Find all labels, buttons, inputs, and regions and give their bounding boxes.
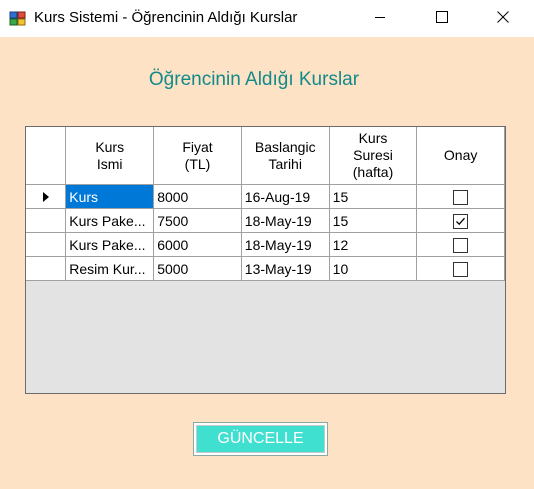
column-header-line: Kurs [358,130,388,146]
row-header[interactable] [26,184,67,209]
column-header-onay[interactable]: Onay [416,127,505,185]
app-window: Kurs Sistemi - Öğrencinin Aldığı Kurslar… [0,0,534,489]
onay-checkbox[interactable] [453,261,469,277]
window-title: Kurs Sistemi - Öğrencinin Aldığı Kurslar [34,9,298,26]
onay-checkbox[interactable] [453,237,469,253]
row-header[interactable] [26,232,67,257]
cell-onay[interactable] [416,256,505,281]
table-row[interactable]: Resim Kur... 5000 13-May-19 10 [26,256,505,281]
close-icon [497,10,509,28]
cell-fiyat[interactable]: 6000 [153,232,242,257]
column-header-kurs-suresi[interactable]: Kurs Suresi (hafta) [328,127,418,185]
cell-kurs-ismi[interactable]: Resim Kur... [65,256,155,281]
cell-fiyat[interactable]: 5000 [153,256,242,281]
cell-kurs-suresi[interactable]: 15 [328,208,418,233]
cell-onay[interactable] [416,208,505,233]
row-header[interactable] [26,256,67,281]
column-header-kurs-ismi[interactable]: Kurs Ismi [65,127,155,185]
column-header-line: Ismi [96,155,123,172]
column-header-line: Baslangic [254,138,316,155]
column-header-fiyat[interactable]: Fiyat (TL) [153,127,242,185]
title-bar[interactable]: Kurs Sistemi - Öğrencinin Aldığı Kurslar [0,0,534,37]
maximize-icon [436,10,448,28]
cell-fiyat[interactable]: 7500 [153,208,242,233]
column-header-line: (TL) [184,155,211,172]
form-client-area: Öğrencinin Aldığı Kurslar Kurs Ismi Fiya… [0,37,534,489]
close-button[interactable] [480,0,526,37]
column-header-line: Suresi [353,147,393,163]
column-header-baslangic-tarihi[interactable]: Baslangic Tarihi [240,127,330,185]
column-header-line: Kurs [95,138,125,155]
cell-baslangic-tarihi[interactable]: 16-Aug-19 [240,184,330,209]
cell-kurs-suresi[interactable]: 12 [328,232,418,257]
header-row: Kurs Ismi Fiyat (TL) Baslangic Tarihi Ku… [26,127,505,185]
cell-baslangic-tarihi[interactable]: 13-May-19 [240,256,330,281]
column-header-line: Tarihi [268,155,302,172]
onay-checkbox[interactable] [453,213,469,229]
cell-kurs-ismi[interactable]: Kurs Pake... [65,208,155,233]
cell-onay[interactable] [416,184,505,209]
courses-data-grid[interactable]: Kurs Ismi Fiyat (TL) Baslangic Tarihi Ku… [25,126,506,394]
table-row[interactable]: Kurs Pake... 7500 18-May-19 15 [26,208,505,233]
column-header-line: Fiyat [182,138,213,155]
row-pointer-icon [42,189,49,205]
cell-kurs-ismi[interactable]: Kurs Pake... [65,232,155,257]
cell-fiyat[interactable]: 8000 [153,184,242,209]
table-row[interactable]: Kurs 8000 16-Aug-19 15 [26,184,505,209]
cell-kurs-ismi[interactable]: Kurs [65,184,155,209]
column-header-line: (hafta) [352,164,394,180]
onay-checkbox[interactable] [453,189,469,205]
row-header-corner[interactable] [26,127,67,185]
cell-kurs-suresi[interactable]: 10 [328,256,418,281]
check-icon [456,217,466,226]
minimize-icon [374,10,386,28]
app-icon [9,11,27,27]
table-row[interactable]: Kurs Pake... 6000 18-May-19 12 [26,232,505,257]
cell-baslangic-tarihi[interactable]: 18-May-19 [240,232,330,257]
cell-baslangic-tarihi[interactable]: 18-May-19 [240,208,330,233]
guncelle-button[interactable]: GÜNCELLE [193,422,328,456]
maximize-button[interactable] [419,0,465,37]
page-title: Öğrencinin Aldığı Kurslar [148,69,360,90]
row-header[interactable] [26,208,67,233]
minimize-button[interactable] [357,0,403,37]
cell-kurs-suresi[interactable]: 15 [328,184,418,209]
cell-onay[interactable] [416,232,505,257]
courses-table: Kurs Ismi Fiyat (TL) Baslangic Tarihi Ku… [26,127,505,281]
